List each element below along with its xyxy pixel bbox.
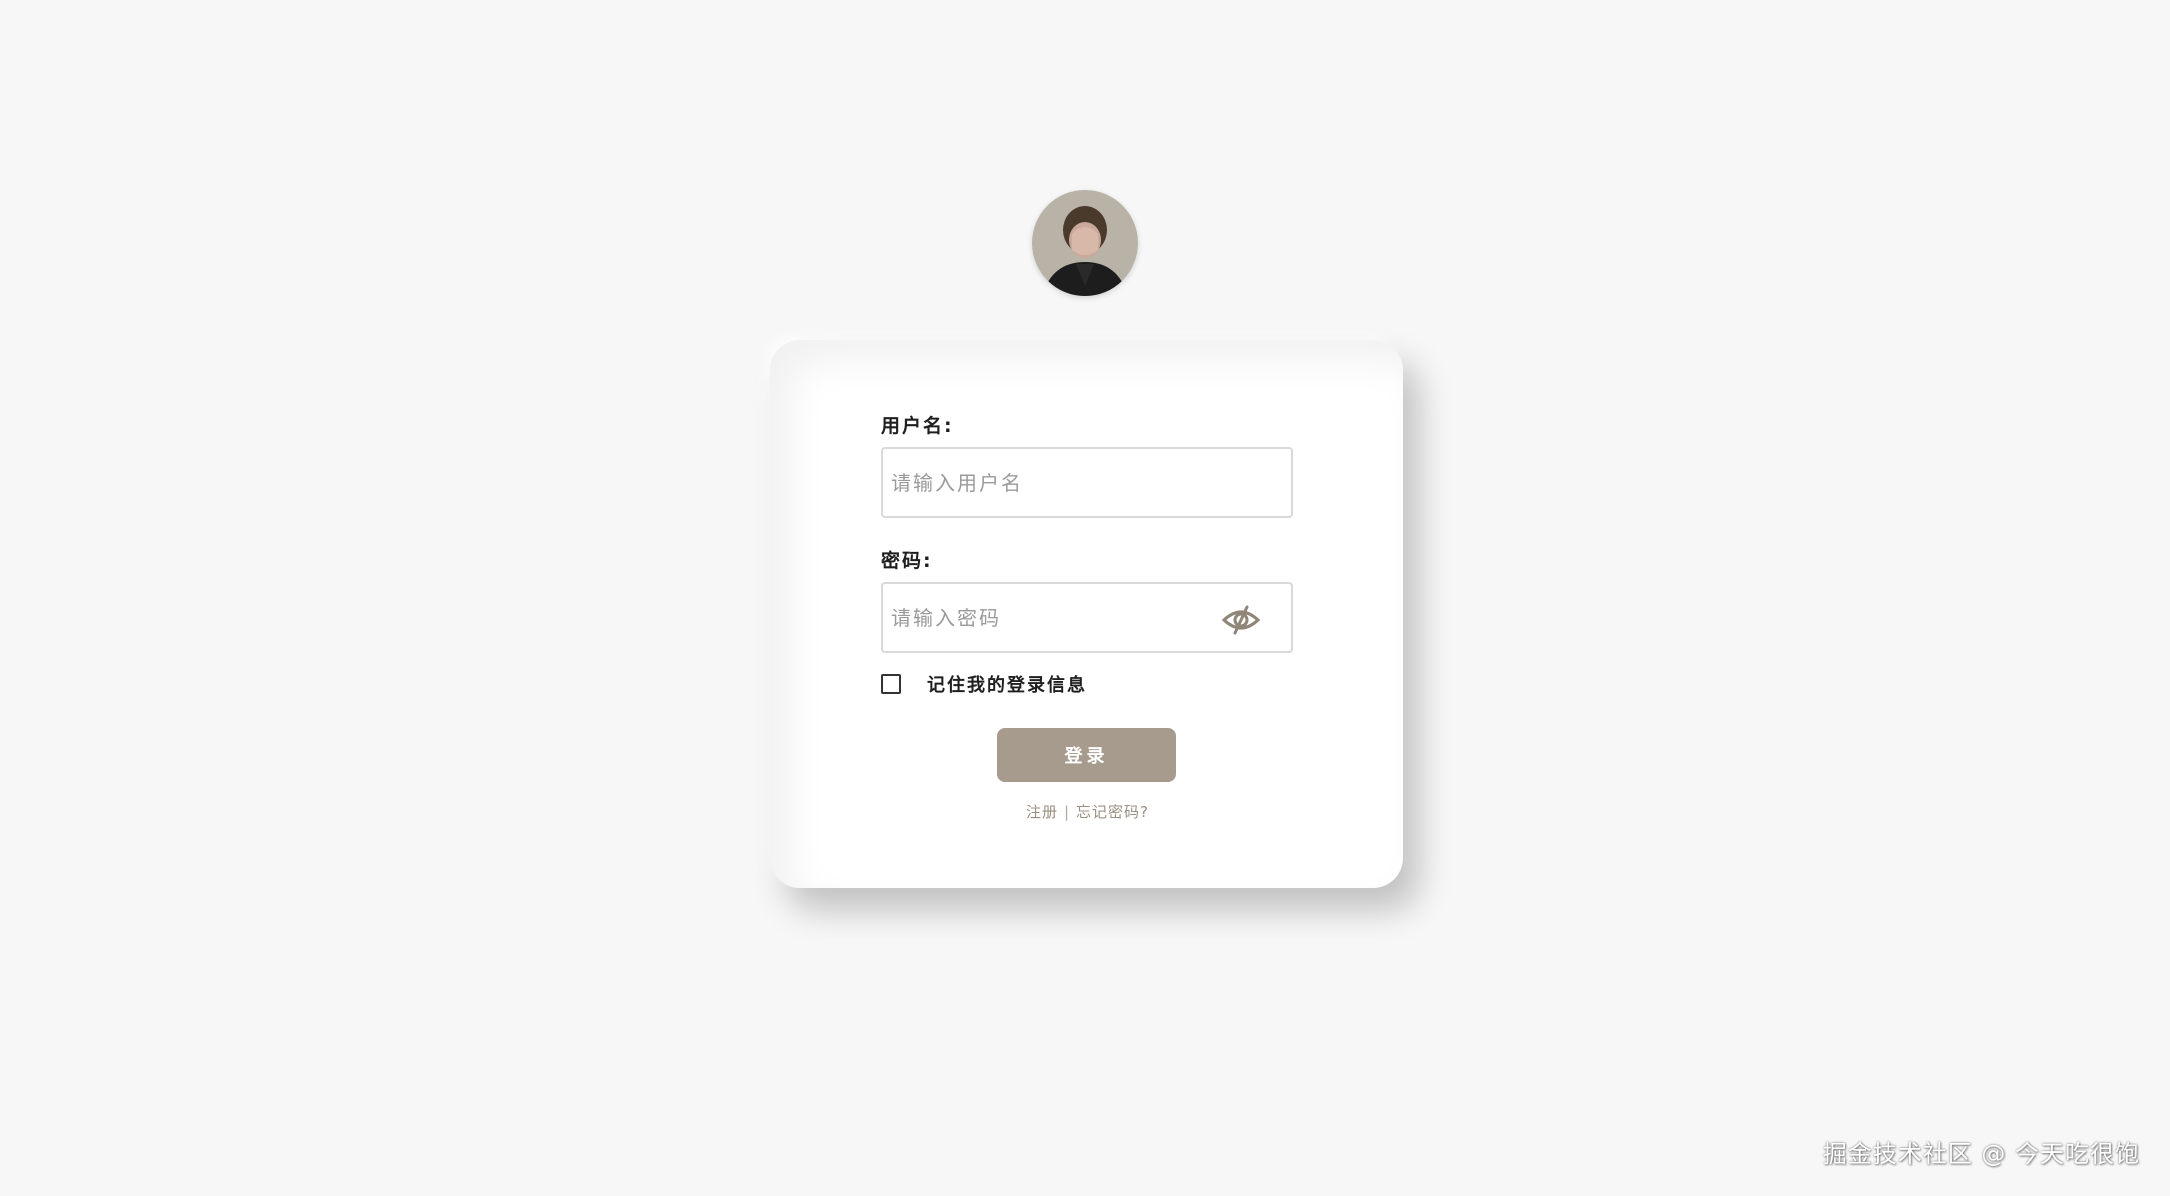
- password-field[interactable]: [881, 582, 1293, 653]
- username-input[interactable]: [883, 449, 1221, 516]
- remember-me[interactable]: 记住我的登录信息: [881, 671, 1087, 697]
- password-label: 密码:: [881, 550, 933, 572]
- auth-links: 注册 | 忘记密码?: [1000, 801, 1175, 822]
- username-label: 用户名:: [881, 415, 954, 437]
- username-field[interactable]: [881, 447, 1293, 518]
- watermark: 掘金技术社区 @ 今天吃很饱: [1822, 1140, 2140, 1168]
- avatar: [1032, 190, 1138, 296]
- login-button[interactable]: 登录: [997, 728, 1176, 782]
- eye-slash-icon[interactable]: [1221, 604, 1261, 636]
- link-separator: |: [1063, 803, 1071, 821]
- forgot-password-link[interactable]: 忘记密码?: [1076, 803, 1149, 821]
- remember-checkbox[interactable]: [881, 674, 901, 694]
- password-input[interactable]: [883, 584, 1221, 651]
- register-link[interactable]: 注册: [1026, 803, 1058, 821]
- remember-label: 记住我的登录信息: [927, 675, 1087, 696]
- avatar-photo: [1032, 190, 1138, 296]
